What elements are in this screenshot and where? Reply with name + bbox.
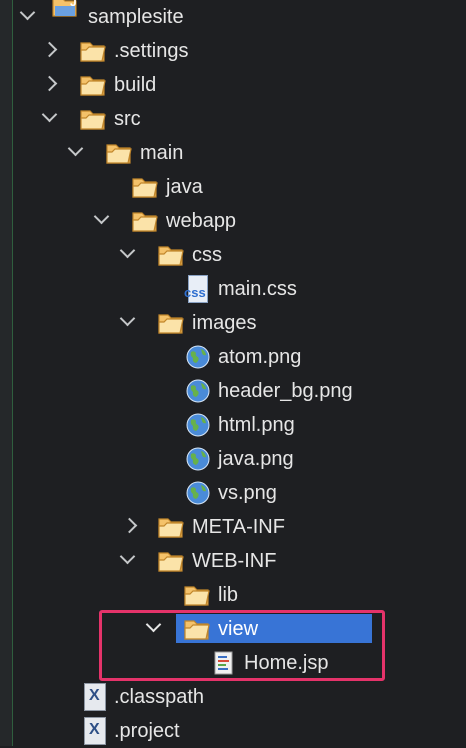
tree-item-label: header_bg.png	[218, 380, 353, 402]
css-file-icon: css	[184, 275, 212, 303]
globe-icon	[186, 379, 210, 403]
tree-item-home-jsp[interactable]: Home.jsp	[0, 646, 466, 680]
tree-item-label: atom.png	[218, 346, 302, 368]
tree-item-label: .project	[114, 720, 180, 742]
globe-icon	[186, 345, 210, 369]
svg-text:J: J	[70, 0, 77, 9]
chevron-down-icon[interactable]	[119, 242, 136, 259]
tree-item-label: main.css	[218, 278, 297, 300]
tree-item-main-css[interactable]: css main.css	[0, 272, 466, 306]
folder-open-icon	[132, 209, 158, 233]
tree-item-label: lib	[218, 584, 239, 606]
tree-item-label: build	[114, 74, 157, 96]
folder-open-icon	[158, 311, 184, 335]
tree-item-label: images	[192, 312, 257, 334]
tree-item-build[interactable]: build	[0, 68, 466, 102]
jsp-file-icon	[214, 651, 233, 675]
folder-icon	[184, 583, 210, 607]
folder-icon	[80, 39, 106, 63]
tree-item-java-png[interactable]: java.png	[0, 442, 466, 476]
tree-item-label: java.png	[218, 448, 294, 470]
chevron-right-icon[interactable]	[121, 517, 138, 534]
tree-item-label: src	[114, 108, 141, 130]
tree-item-header-bg-png[interactable]: header_bg.png	[0, 374, 466, 408]
folder-icon	[80, 73, 106, 97]
tree-item-project-file[interactable]: X .project	[0, 714, 466, 748]
tree-item-css[interactable]: css	[0, 238, 466, 272]
tree-item-html-png[interactable]: html.png	[0, 408, 466, 442]
tree-item-label: css	[192, 244, 222, 266]
folder-open-icon	[158, 549, 184, 573]
xml-icon-text: X	[89, 721, 100, 738]
chevron-down-icon[interactable]	[19, 4, 36, 21]
folder-open-icon	[184, 617, 210, 641]
tree-item-samplesite[interactable]: J samplesite	[0, 0, 466, 34]
chevron-down-icon[interactable]	[145, 616, 162, 633]
tree-item-images[interactable]: images	[0, 306, 466, 340]
tree-item-settings[interactable]: .settings	[0, 34, 466, 68]
tree-item-main[interactable]: main	[0, 136, 466, 170]
tree-item-label: vs.png	[218, 482, 277, 504]
tree-item-lib[interactable]: lib	[0, 578, 466, 612]
xml-file-icon: X	[84, 717, 106, 745]
globe-icon	[186, 481, 210, 505]
globe-icon	[186, 413, 210, 437]
tree-item-label: main	[140, 142, 184, 164]
tree-item-meta-inf[interactable]: META-INF	[0, 510, 466, 544]
css-icon-text: css	[184, 285, 206, 300]
tree-item-classpath[interactable]: X .classpath	[0, 680, 466, 714]
tree-item-label: webapp	[166, 210, 237, 232]
chevron-down-icon[interactable]	[41, 106, 58, 123]
tree-item-label: samplesite	[88, 6, 184, 28]
chevron-down-icon[interactable]	[119, 310, 136, 327]
tree-item-label: .classpath	[114, 686, 205, 708]
tree-item-label: .settings	[114, 40, 189, 62]
folder-icon	[158, 515, 184, 539]
chevron-down-icon[interactable]	[67, 140, 84, 157]
tree-item-label: WEB-INF	[192, 550, 277, 572]
chevron-right-icon[interactable]	[41, 41, 58, 58]
xml-file-icon: X	[84, 683, 106, 711]
tree-item-src[interactable]: src	[0, 102, 466, 136]
tree-item-vs-png[interactable]: vs.png	[0, 476, 466, 510]
tree-item-atom-png[interactable]: atom.png	[0, 340, 466, 374]
tree-item-label: META-INF	[192, 516, 285, 538]
globe-icon	[186, 447, 210, 471]
tree-item-label: java	[166, 176, 203, 198]
folder-open-icon	[106, 141, 132, 165]
folder-open-icon	[80, 107, 106, 131]
chevron-down-icon[interactable]	[93, 208, 110, 225]
project-icon: J	[52, 0, 77, 17]
chevron-right-icon[interactable]	[41, 75, 58, 92]
tree-item-web-inf[interactable]: WEB-INF	[0, 544, 466, 578]
folder-open-icon	[158, 243, 184, 267]
tree-item-label: view	[218, 618, 259, 640]
tree-item-label: html.png	[218, 414, 295, 436]
folder-icon	[132, 175, 158, 199]
chevron-down-icon[interactable]	[119, 548, 136, 565]
xml-icon-text: X	[89, 687, 100, 704]
tree-item-label: Home.jsp	[244, 652, 329, 674]
tree-item-java[interactable]: java	[0, 170, 466, 204]
tree-item-webapp[interactable]: webapp	[0, 204, 466, 238]
tree-item-view[interactable]: view	[0, 612, 466, 646]
